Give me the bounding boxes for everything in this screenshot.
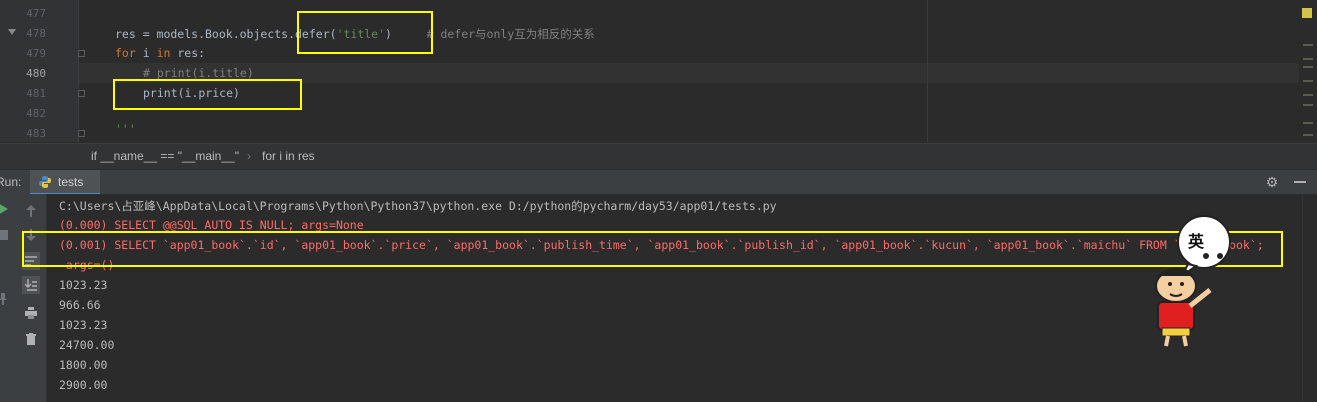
trash-icon[interactable] bbox=[22, 330, 40, 348]
sticker-text: 英 bbox=[1188, 232, 1205, 251]
line-number: 481 bbox=[26, 87, 46, 100]
scroll-to-end-icon[interactable] bbox=[22, 276, 40, 294]
fold-marker-icon[interactable] bbox=[78, 130, 85, 137]
stop-icon[interactable] bbox=[0, 226, 12, 244]
run-panel-header: Run: tests ⚙ bbox=[0, 169, 1317, 195]
line-number: 482 bbox=[26, 107, 46, 120]
line-number: 479 bbox=[26, 47, 46, 60]
console-output-line: 1023.23 bbox=[59, 318, 108, 332]
editor-scrollbar[interactable] bbox=[1299, 0, 1317, 142]
breadcrumb: if __name__ == "__main__" › for i in res bbox=[0, 143, 1317, 169]
scroll-up-icon[interactable] bbox=[22, 202, 40, 220]
console-scrollbar[interactable] bbox=[1302, 194, 1317, 402]
settings-gear-icon[interactable]: ⚙ bbox=[1264, 174, 1280, 190]
breadcrumb-item[interactable]: for i in res bbox=[262, 149, 315, 163]
rerun-play-icon[interactable] bbox=[0, 200, 12, 218]
console-output-line: 1800.00 bbox=[59, 358, 108, 372]
line-number: 483 bbox=[26, 127, 46, 140]
line-number: 478 bbox=[26, 27, 46, 40]
minimize-icon[interactable] bbox=[1294, 181, 1306, 183]
warning-indicator-icon[interactable] bbox=[1302, 8, 1312, 18]
print-icon[interactable] bbox=[22, 304, 40, 322]
breadcrumb-item[interactable]: if __name__ == "__main__" bbox=[91, 149, 239, 163]
code-line-479[interactable]: for i in res: bbox=[115, 46, 205, 60]
highlight-box-defer bbox=[297, 11, 433, 54]
breadcrumb-separator: › bbox=[247, 149, 251, 163]
run-label: Run: bbox=[0, 175, 22, 189]
console-output-line: 24700.00 bbox=[59, 338, 115, 352]
breakpoint-arrow-icon[interactable] bbox=[8, 29, 16, 35]
cartoon-sticker: 英 bbox=[1140, 214, 1250, 350]
line-number-gutter: 477 478 479 480 481 482 483 bbox=[0, 0, 79, 142]
console-sql-line: (0.000) SELECT @@SQL_AUTO_IS_NULL; args=… bbox=[59, 218, 364, 232]
tab-label: tests bbox=[58, 175, 84, 189]
console-command-line: C:\Users\占亚峰\AppData\Local\Programs\Pyth… bbox=[59, 199, 777, 213]
tab-tests[interactable]: tests bbox=[30, 170, 100, 195]
run-sidebar bbox=[0, 194, 47, 402]
console-output-line: 2900.00 bbox=[59, 378, 108, 392]
line-number: 480 bbox=[26, 67, 46, 80]
code-line-483[interactable]: ''' bbox=[115, 122, 136, 136]
console-output[interactable]: C:\Users\占亚峰\AppData\Local\Programs\Pyth… bbox=[47, 194, 1317, 402]
console-output-line: 966.66 bbox=[59, 298, 101, 312]
code-editor[interactable]: 477 478 479 480 481 482 483 res = models… bbox=[0, 0, 1317, 142]
highlight-box-print bbox=[113, 79, 302, 110]
pin-icon[interactable] bbox=[0, 290, 12, 308]
fold-marker-icon[interactable] bbox=[78, 90, 85, 97]
fold-marker-icon[interactable] bbox=[78, 50, 85, 57]
console-output-line: 1023.23 bbox=[59, 278, 108, 292]
line-number: 477 bbox=[26, 7, 46, 20]
python-file-icon bbox=[39, 176, 51, 188]
code-line-480[interactable]: # print(i.title) bbox=[143, 66, 254, 80]
right-margin-guide bbox=[927, 0, 928, 142]
highlight-box-sql bbox=[22, 231, 1283, 267]
